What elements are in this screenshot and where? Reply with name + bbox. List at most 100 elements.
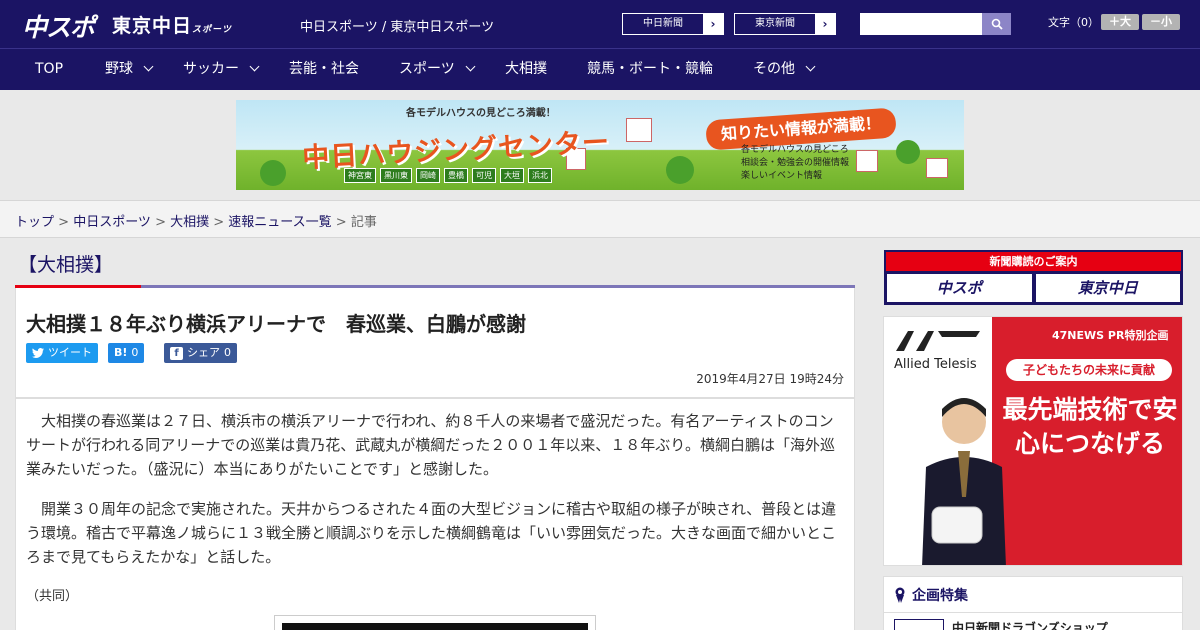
breadcrumb-chunichi-sports[interactable]: 中日スポーツ: [73, 215, 151, 230]
housing-center-banner[interactable]: 各モデルハウスの見どころ満載！ 中日ハウジングセンター 知りたい情報が満載！ 各…: [236, 100, 964, 190]
chunichi-shimbun-label: 中日新聞: [643, 18, 683, 29]
house-illustration: [926, 158, 948, 178]
hatena-bookmark-button[interactable]: B! 0: [108, 343, 145, 363]
breadcrumb-separator: >: [54, 215, 74, 230]
city-tag: 黒川東: [380, 168, 412, 183]
ad-pill-text: 子どもたちの未来に貢献: [1006, 359, 1172, 381]
main-nav: TOP 野球 サッカー 芸能・社会 スポーツ 大相撲 競馬・ボート・競輪 その他: [0, 48, 1200, 90]
ad-pr-label: 47NEWS PR特別企画: [1052, 329, 1169, 342]
banner-list-item: 各モデルハウスの見どころ: [741, 145, 849, 155]
feature-item-label: 中日新聞ドラゴンズショップ: [952, 621, 1108, 630]
nav-item-racing[interactable]: 競馬・ボート・競輪: [587, 49, 713, 91]
tokyo-chunichi-logo-text: 東京中日: [112, 15, 193, 37]
facebook-icon: f: [170, 346, 183, 360]
breadcrumb-top[interactable]: トップ: [15, 215, 54, 230]
nav-label: スポーツ: [399, 61, 455, 77]
hatena-icon: B!: [114, 346, 128, 359]
chevron-right-icon: ›: [815, 14, 835, 34]
nav-label: 野球: [105, 61, 133, 77]
banner-main-text: 中日ハウジングセンター: [301, 126, 611, 175]
font-smaller-button[interactable]: －小: [1142, 14, 1180, 30]
subscription-heading: 新聞購読のご案内: [886, 252, 1181, 271]
house-illustration: [626, 118, 652, 142]
breadcrumb-separator: >: [209, 215, 229, 230]
city-tag: 浜北: [528, 168, 552, 183]
chevron-down-icon: [143, 61, 154, 72]
feature-item[interactable]: 中日新聞ドラゴンズショップ: [884, 613, 1182, 630]
breadcrumb-separator: >: [331, 215, 351, 230]
city-tag: 神宮東: [344, 168, 376, 183]
article-category: 【大相撲】: [18, 254, 114, 276]
feature-heading: 企画特集: [884, 577, 1182, 613]
twitter-icon: [32, 348, 44, 358]
feature-section: 企画特集 中日新聞ドラゴンズショップ: [883, 576, 1183, 630]
chunichi-sports-logo[interactable]: 中スポ: [22, 8, 95, 44]
breadcrumb: トップ > 中日スポーツ > 大相撲 > 速報ニュース一覧 > 記事: [0, 200, 1200, 238]
subscription-buttons: 中スポ 東京中日: [886, 271, 1181, 305]
nav-label: 芸能・社会: [289, 61, 359, 77]
article-credit: （共同）: [26, 589, 79, 604]
nav-label: TOP: [35, 61, 64, 77]
facebook-share-count: 0: [224, 346, 231, 359]
banner-list-item: 相談会・勉強会の開催情報: [741, 158, 850, 168]
breadcrumb-current: 記事: [350, 215, 377, 230]
hatena-count: 0: [131, 346, 139, 359]
chevron-right-icon: ›: [703, 14, 723, 34]
banner-list-item: 楽しいイベント情報: [741, 171, 823, 181]
banner-list: 各モデルハウスの見どころ 相談会・勉強会の開催情報 楽しいイベント情報: [741, 144, 849, 183]
subscribe-tokyo-chunichi-button[interactable]: 東京中日: [1035, 274, 1180, 302]
article-photo: [274, 615, 596, 630]
chevron-down-icon: [805, 61, 816, 72]
tree-illustration: [260, 160, 286, 186]
chunichi-shimbun-link[interactable]: 中日新聞 ›: [622, 13, 724, 35]
house-illustration: [856, 150, 878, 172]
feature-title: 企画特集: [912, 587, 968, 604]
search-icon: [991, 18, 1003, 30]
ad-headline: 最先端技術で安心につなげる: [1002, 395, 1178, 458]
ad-brand-name: Allied Telesis: [894, 357, 977, 372]
nav-item-entertainment[interactable]: 芸能・社会: [289, 49, 359, 91]
ribbon-icon: [895, 587, 905, 603]
article-paragraph: 大相撲の春巡業は２７日、横浜市の横浜アリーナで行われ、約８千人の来場者で盛況だっ…: [26, 412, 835, 478]
breadcrumb-news-list[interactable]: 速報ニュース一覧: [228, 215, 331, 230]
breadcrumb-sumo[interactable]: 大相撲: [170, 215, 209, 230]
nav-item-baseball[interactable]: 野球: [105, 49, 154, 91]
site-name: 中日スポーツ / 東京中日スポーツ: [300, 20, 495, 35]
banner-top-text: 各モデルハウスの見どころ満載！: [406, 108, 556, 119]
tokyo-chunichi-logo-small: スポーツ: [192, 25, 232, 35]
search-button[interactable]: [982, 13, 1011, 35]
search-input[interactable]: [860, 13, 982, 35]
city-tag: 大垣: [500, 168, 524, 183]
chevron-down-icon: [465, 61, 476, 72]
article-paragraph: 開業３０周年の記念で実施された。天井からつるされた４面の大型ビジョンに稽古や取組…: [26, 500, 837, 566]
chevron-down-icon: [249, 61, 260, 72]
nav-item-soccer[interactable]: サッカー: [183, 49, 260, 91]
tokyo-chunichi-logo[interactable]: 東京中日スポーツ: [112, 11, 232, 38]
nav-label: サッカー: [183, 61, 239, 77]
tokyo-shimbun-link[interactable]: 東京新聞 ›: [734, 13, 836, 35]
city-tag: 岡崎: [416, 168, 440, 183]
tree-illustration: [666, 156, 694, 184]
font-bigger-button[interactable]: ＋大: [1101, 14, 1139, 30]
article-photo-image: [282, 623, 588, 630]
tweet-label: ツイート: [48, 346, 92, 359]
nav-item-sumo[interactable]: 大相撲: [505, 49, 547, 91]
article-header: 大相撲１８年ぶり横浜アリーナで 春巡業、白鵬が感謝 ツイート B! 0 f シェ…: [15, 288, 855, 398]
allied-telesis-ad[interactable]: Allied Telesis 47NEWS PR特別企画 子どもたちの未来に貢献…: [883, 316, 1183, 566]
nav-item-other[interactable]: その他: [753, 49, 816, 91]
nav-item-top[interactable]: TOP: [35, 49, 63, 91]
tokyo-shimbun-label: 東京新聞: [755, 18, 795, 29]
subscription-box: 新聞購読のご案内 中スポ 東京中日: [884, 250, 1183, 305]
nav-label: 競馬・ボート・競輪: [587, 61, 713, 77]
city-tag: 可児: [472, 168, 496, 183]
facebook-share-button[interactable]: f シェア 0: [164, 343, 237, 363]
nav-label: 大相撲: [505, 61, 547, 77]
tweet-button[interactable]: ツイート: [26, 343, 98, 363]
tree-illustration: [896, 140, 920, 164]
breadcrumb-separator: >: [150, 215, 171, 230]
city-tag: 豊橋: [444, 168, 468, 183]
feature-item-thumbnail: [894, 619, 944, 630]
subscribe-chuspo-button[interactable]: 中スポ: [887, 274, 1032, 302]
nav-item-sports[interactable]: スポーツ: [399, 49, 476, 91]
banner-city-list: 神宮東 黒川東 岡崎 豊橋 可児 大垣 浜北: [344, 168, 552, 183]
